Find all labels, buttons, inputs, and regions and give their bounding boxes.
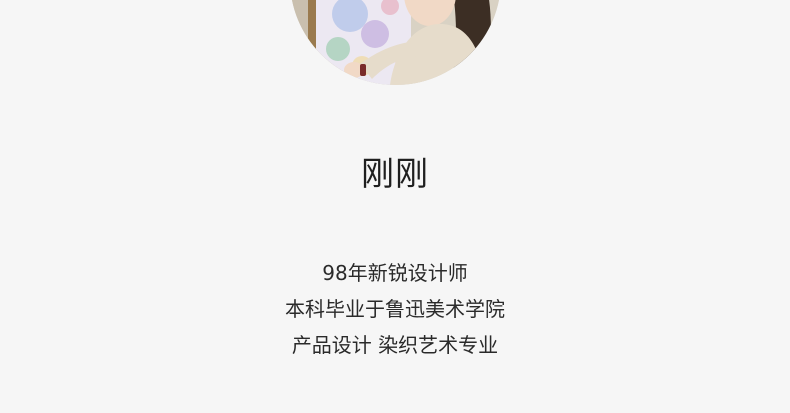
profile-card: 刚刚 98年新锐设计师 本科毕业于鲁迅美术学院 产品设计 染织艺术专业: [0, 0, 790, 413]
designer-portrait-photo: [290, 0, 501, 85]
bio-line-age-title: 98年新锐设计师: [322, 261, 468, 285]
bio-line-major: 产品设计 染织艺术专业: [291, 333, 499, 357]
bio-line-education: 本科毕业于鲁迅美术学院: [285, 297, 505, 321]
designer-name: 刚刚: [361, 154, 429, 193]
designer-bio: 98年新锐设计师 本科毕业于鲁迅美术学院 产品设计 染织艺术专业: [0, 255, 790, 363]
